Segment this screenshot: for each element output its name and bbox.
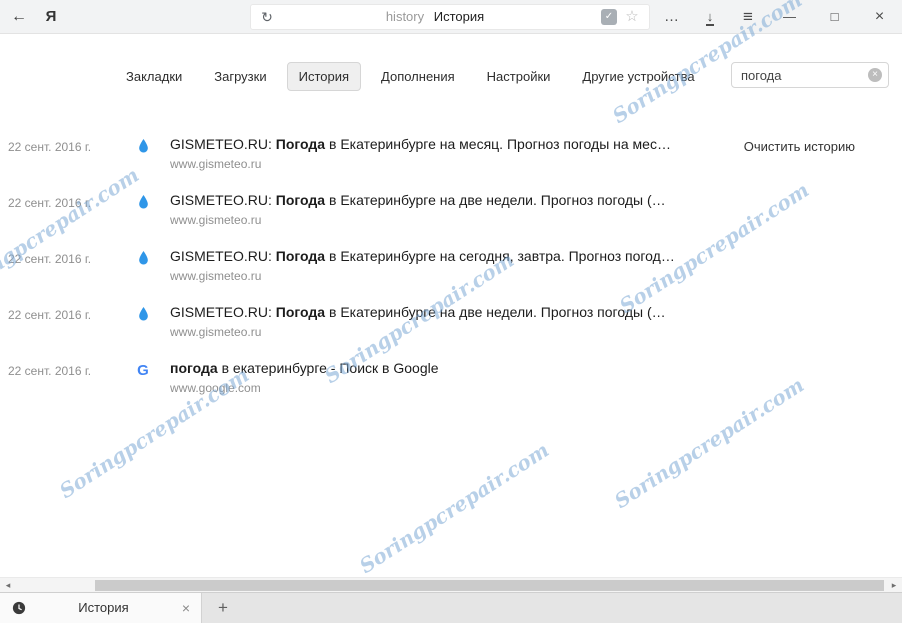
site-favicon: G: [134, 194, 152, 212]
watermark: Soringpcrepair.com: [354, 437, 554, 579]
extensions-more-icon[interactable]: …: [653, 0, 691, 34]
scroll-left-icon[interactable]: ◂: [0, 578, 16, 592]
history-date: 22 сент. 2016 г.: [8, 196, 92, 210]
bottom-tab-strip: История × +: [0, 592, 902, 623]
protect-shield-icon[interactable]: ✓: [601, 9, 617, 25]
history-entry-title[interactable]: погода в екатеринбурге - Поиск в Google: [170, 360, 439, 376]
nav-tab[interactable]: Настройки: [475, 62, 563, 91]
refresh-icon[interactable]: ↻: [257, 5, 277, 29]
site-favicon: G: [134, 250, 152, 268]
history-entry-title[interactable]: GISMETEO.RU: Погода в Екатеринбурге на д…: [170, 304, 666, 320]
gismeteo-droplet-icon: [138, 306, 148, 321]
gismeteo-droplet-icon: [138, 138, 148, 153]
history-row[interactable]: 22 сент. 2016 г. G GISMETEO.RU: Погода в…: [0, 242, 902, 298]
horizontal-scrollbar[interactable]: ◂ ▸: [0, 577, 902, 592]
address-bar[interactable]: ↻ history История ✓ ☆: [250, 4, 650, 30]
scrollbar-thumb[interactable]: [95, 580, 884, 591]
history-clock-icon: [12, 601, 26, 615]
nav-tab[interactable]: Другие устройства: [570, 62, 706, 91]
history-date: 22 сент. 2016 г.: [8, 308, 92, 322]
back-icon[interactable]: ←: [4, 0, 34, 34]
history-list: 22 сент. 2016 г. G GISMETEO.RU: Погода в…: [0, 130, 902, 410]
history-date: 22 сент. 2016 г.: [8, 252, 92, 266]
watermark: Soringpcrepair.com: [609, 372, 809, 514]
site-favicon: G: [134, 138, 152, 156]
history-row[interactable]: 22 сент. 2016 г. G GISMETEO.RU: Погода в…: [0, 130, 902, 186]
history-entry-url: www.google.com: [170, 381, 261, 395]
history-date: 22 сент. 2016 г.: [8, 364, 92, 378]
history-entry-url: www.gismeteo.ru: [170, 213, 262, 227]
yandex-logo-icon[interactable]: Я: [36, 0, 66, 34]
gismeteo-droplet-icon: [138, 250, 148, 265]
history-entry-title[interactable]: GISMETEO.RU: Погода в Екатеринбурге на д…: [170, 192, 666, 208]
menu-hamburger-icon[interactable]: ≡: [729, 0, 767, 34]
nav-tab[interactable]: Дополнения: [369, 62, 467, 91]
site-favicon: G: [134, 306, 152, 324]
bookmark-star-icon[interactable]: ☆: [622, 5, 642, 29]
history-entry-title[interactable]: GISMETEO.RU: Погода в Екатеринбурге на с…: [170, 248, 675, 264]
history-search-input[interactable]: погода ×: [731, 62, 889, 88]
history-entry-url: www.gismeteo.ru: [170, 269, 262, 283]
browser-window: ← Я ↻ history История ✓ ☆ … ↓ ≡ — □ × За…: [0, 0, 902, 623]
address-title: История: [433, 9, 485, 24]
nav-tab[interactable]: История: [286, 62, 362, 91]
history-page-nav: Закладки Загрузки История Дополнения Нас…: [114, 62, 707, 91]
active-browser-tab[interactable]: История ×: [0, 593, 202, 623]
close-tab-icon[interactable]: ×: [177, 593, 195, 623]
history-row[interactable]: 22 сент. 2016 г. G погода в екатеринбург…: [0, 354, 902, 410]
gismeteo-droplet-icon: [138, 194, 148, 209]
history-row[interactable]: 22 сент. 2016 г. G GISMETEO.RU: Погода в…: [0, 186, 902, 242]
nav-tab[interactable]: Закладки: [114, 62, 194, 91]
scroll-right-icon[interactable]: ▸: [886, 578, 902, 592]
history-entry-url: www.gismeteo.ru: [170, 325, 262, 339]
address-prefix: history: [385, 9, 425, 24]
history-date: 22 сент. 2016 г.: [8, 140, 92, 154]
toolbar-right-controls: … ↓ ≡ — □ ×: [653, 0, 902, 34]
maximize-button[interactable]: □: [812, 0, 857, 34]
minimize-button[interactable]: —: [767, 0, 812, 34]
search-value[interactable]: погода: [732, 68, 868, 83]
new-tab-button[interactable]: +: [208, 593, 238, 623]
history-entry-title[interactable]: GISMETEO.RU: Погода в Екатеринбурге на м…: [170, 136, 671, 152]
close-window-button[interactable]: ×: [857, 0, 902, 34]
address-text: history История: [281, 5, 589, 29]
downloads-icon[interactable]: ↓: [691, 0, 729, 34]
clear-search-icon[interactable]: ×: [868, 68, 882, 82]
history-row[interactable]: 22 сент. 2016 г. G GISMETEO.RU: Погода в…: [0, 298, 902, 354]
tab-title: История: [78, 600, 129, 615]
nav-tab[interactable]: Загрузки: [202, 62, 278, 91]
browser-toolbar: ← Я ↻ history История ✓ ☆ … ↓ ≡ — □ ×: [0, 0, 902, 34]
site-favicon: G: [134, 362, 152, 380]
history-entry-url: www.gismeteo.ru: [170, 157, 262, 171]
google-g-icon: G: [137, 362, 149, 379]
